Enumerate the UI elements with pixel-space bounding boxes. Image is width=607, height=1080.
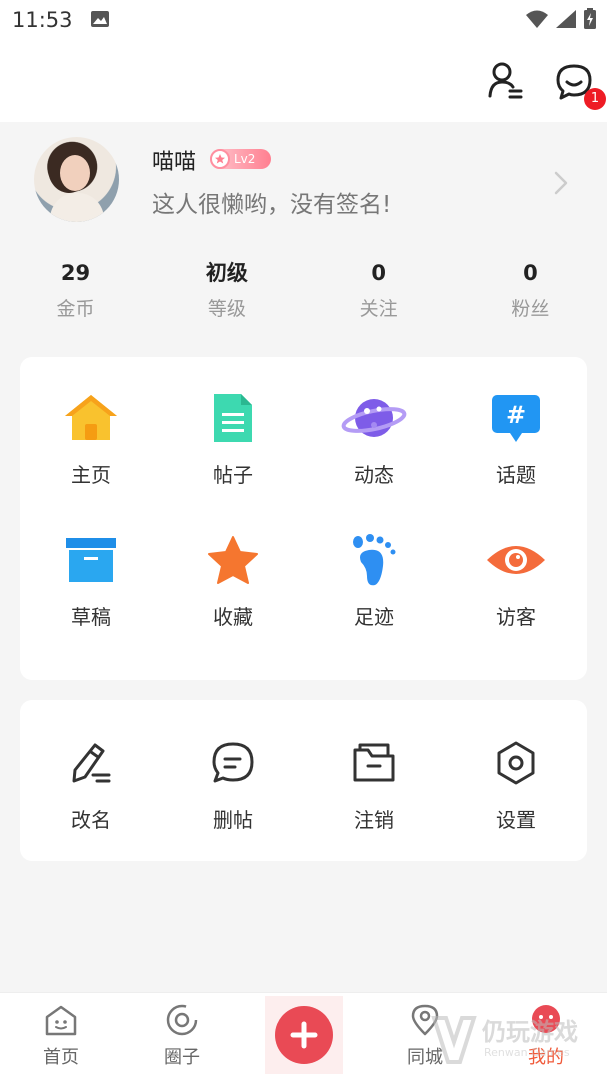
stat-value: 0: [523, 261, 538, 285]
home-outline-icon: [45, 1005, 77, 1036]
message-bubble-icon: [173, 732, 293, 794]
grid-item-label: 话题: [496, 463, 536, 487]
settings-hexagon-icon: [456, 732, 576, 794]
archive-box-icon: [31, 529, 151, 591]
clock-time: 11:53: [12, 8, 73, 32]
home-icon: [31, 387, 151, 449]
avatar[interactable]: [34, 137, 119, 222]
hashtag-icon: #: [456, 387, 576, 449]
stat-value: 0: [371, 261, 386, 285]
edit-pen-icon: [31, 732, 151, 794]
grid-item-label: 主页: [71, 463, 111, 487]
level-badge: Lv2: [210, 149, 271, 169]
user-management-button[interactable]: [486, 60, 526, 102]
stat-label: 关注: [359, 298, 398, 320]
nav-local[interactable]: 同城: [385, 1003, 465, 1069]
system-icons: [525, 8, 597, 34]
nav-circle[interactable]: 圈子: [142, 1003, 222, 1069]
profile-icon: [532, 1005, 560, 1033]
stat-label: 等级: [207, 298, 246, 320]
battery-icon: [583, 8, 597, 34]
location-icon: [411, 1004, 439, 1036]
star-icon: [173, 529, 293, 591]
stats-row: 29 金币 初级 等级 0 关注 0 粉丝: [0, 258, 607, 328]
grid-item-drafts[interactable]: 草稿: [31, 529, 151, 630]
stat-label: 粉丝: [511, 298, 550, 320]
nav-label: 同城: [407, 1047, 443, 1068]
user-list-icon: [488, 62, 523, 99]
chevron-right-icon[interactable]: [553, 170, 569, 200]
grid-item-footprints[interactable]: 足迹: [314, 529, 434, 630]
grid-item-label: 设置: [496, 808, 536, 832]
grid-item-label: 收藏: [213, 605, 253, 629]
grid-item-favorites[interactable]: 收藏: [173, 529, 293, 630]
top-bar: 1: [0, 40, 607, 122]
eye-icon: [456, 529, 576, 591]
grid-item-topics[interactable]: # 话题: [456, 387, 576, 488]
tool-delete-post[interactable]: 删帖: [173, 732, 293, 833]
grid-item-activity[interactable]: 动态: [314, 387, 434, 488]
grid-item-label: 改名: [71, 808, 111, 832]
image-icon: [90, 10, 110, 32]
folder-icon: [314, 732, 434, 794]
level-star-icon: [210, 149, 230, 169]
grid-item-label: 草稿: [71, 605, 111, 629]
grid-item-visitors[interactable]: 访客: [456, 529, 576, 630]
stat-label: 金币: [56, 298, 95, 320]
level-text: Lv2: [234, 152, 256, 166]
svg-text:#: #: [506, 401, 526, 429]
nav-home[interactable]: 首页: [21, 1003, 101, 1069]
grid-item-label: 动态: [354, 463, 394, 487]
document-icon: [173, 387, 293, 449]
circle-icon: [166, 1004, 198, 1036]
nav-me[interactable]: 我的: [506, 1003, 586, 1069]
grid-item-label: 删帖: [213, 808, 253, 832]
grid-item-home[interactable]: 主页: [31, 387, 151, 488]
planet-icon: [314, 387, 434, 449]
stat-value: 初级: [205, 261, 248, 285]
grid-item-posts[interactable]: 帖子: [173, 387, 293, 488]
footprint-icon: [314, 529, 434, 591]
stat-followers[interactable]: 0 粉丝: [455, 258, 607, 328]
message-count-badge: 1: [584, 88, 606, 110]
nav-label: 我的: [528, 1047, 564, 1068]
tools-card: 改名 删帖 注销 设置: [20, 700, 587, 861]
stat-following[interactable]: 0 关注: [303, 258, 455, 328]
stat-level[interactable]: 初级 等级: [151, 258, 303, 328]
user-nickname: 喵喵: [152, 150, 197, 175]
plus-icon: [275, 1006, 333, 1064]
grid-item-label: 帖子: [213, 463, 253, 487]
tool-deactivate[interactable]: 注销: [314, 732, 434, 833]
feature-grid-card: 主页 帖子 动态 # 话题 草稿 收藏 足迹 访客: [20, 357, 587, 680]
grid-item-label: 足迹: [354, 605, 394, 629]
nav-label: 圈子: [164, 1047, 200, 1068]
bottom-navigation: 首页 圈子 同城 我的: [0, 992, 607, 1080]
nav-label: 首页: [43, 1047, 79, 1068]
grid-item-label: 注销: [354, 808, 394, 832]
tool-settings[interactable]: 设置: [456, 732, 576, 833]
grid-item-label: 访客: [496, 605, 536, 629]
wifi-icon: [525, 9, 549, 33]
stat-coins[interactable]: 29 金币: [0, 258, 151, 328]
tool-rename[interactable]: 改名: [31, 732, 151, 833]
user-signature: 这人很懒哟，没有签名!: [152, 192, 392, 218]
stat-value: 29: [60, 261, 91, 285]
status-bar: 11:53: [0, 0, 607, 40]
create-post-button[interactable]: [265, 996, 343, 1074]
signal-icon: [555, 9, 577, 33]
